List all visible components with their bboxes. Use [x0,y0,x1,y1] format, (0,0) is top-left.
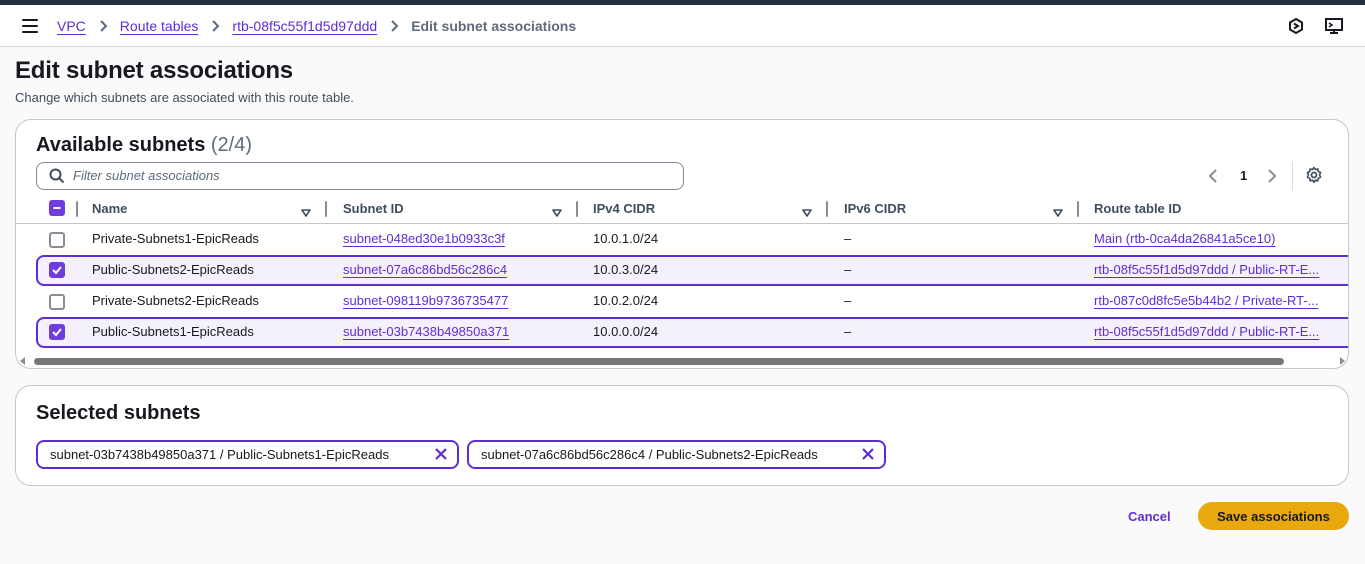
filter-field[interactable] [36,162,684,190]
chevron-right-icon [389,20,399,32]
page-description: Change which subnets are associated with… [15,90,354,105]
row-checkbox[interactable] [49,294,65,310]
close-icon[interactable] [434,447,448,464]
cell-ipv4: 10.0.2.0/24 [593,293,659,308]
subnet-id-link[interactable]: subnet-07a6c86bd56c286c4 [343,262,507,277]
table-row-selected[interactable]: Public-Subnets1-EpicReads subnet-03b7438… [36,317,1348,348]
chevron-right-icon [98,20,108,32]
page-number[interactable]: 1 [1240,168,1247,183]
scrollbar-thumb[interactable] [34,358,1284,365]
breadcrumb-route-table-id[interactable]: rtb-08f5c55f1d5d97ddd [232,18,377,34]
page-title: Edit subnet associations [15,57,293,84]
table-row[interactable]: Private-Subnets1-EpicReads subnet-048ed3… [16,224,1348,255]
route-table-link[interactable]: rtb-08f5c55f1d5d97ddd / Public-RT-E... [1094,262,1319,277]
chevron-left-icon[interactable] [1207,168,1219,189]
menu-icon[interactable] [22,19,38,33]
search-icon [49,168,65,189]
cell-ipv6: – [844,262,852,277]
column-header-subnet-id[interactable]: Subnet ID [343,201,404,216]
cell-ipv4: 10.0.1.0/24 [593,231,659,246]
scroll-left-arrow[interactable] [20,357,25,365]
save-associations-button[interactable]: Save associations [1198,502,1349,530]
sort-caret-icon[interactable] [802,204,812,222]
table-row[interactable]: Private-Subnets2-EpicReads subnet-098119… [16,286,1348,317]
token-label: subnet-03b7438b49850a371 / Public-Subnet… [50,447,389,462]
route-table-link[interactable]: rtb-087c0d8fc5e5b44b2 / Private-RT-... [1094,293,1319,308]
subnet-id-link[interactable]: subnet-048ed30e1b0933c3f [343,231,505,246]
breadcrumb-vpc[interactable]: VPC [57,18,86,34]
row-checkbox[interactable] [49,262,65,278]
chevron-right-icon[interactable] [1266,168,1278,189]
column-divider [826,201,828,217]
cell-name: Private-Subnets2-EpicReads [92,293,259,308]
pager-divider [1292,162,1293,190]
horizontal-scrollbar[interactable] [16,354,1348,368]
sort-caret-icon[interactable] [301,204,311,222]
table-row-selected[interactable]: Public-Subnets2-EpicReads subnet-07a6c86… [36,255,1348,286]
cell-name: Public-Subnets1-EpicReads [92,324,254,339]
selected-token: subnet-03b7438b49850a371 / Public-Subnet… [36,440,459,469]
available-subnets-panel: Available subnets (2/4) 1 Name Subnet ID… [15,119,1349,369]
sort-caret-icon[interactable] [552,204,562,222]
column-header-ipv6[interactable]: IPv6 CIDR [844,201,906,216]
token-label: subnet-07a6c86bd56c286c4 / Public-Subnet… [481,447,818,462]
column-header-route-table[interactable]: Route table ID [1094,201,1181,216]
cell-ipv6: – [844,293,852,308]
column-header-name[interactable]: Name [92,201,127,216]
column-divider [1077,201,1079,217]
selected-subnets-title: Selected subnets [36,402,201,424]
column-divider [576,201,578,217]
available-subnets-count: (2/4) [210,134,253,156]
cloudshell-icon[interactable] [1325,17,1343,35]
available-subnets-heading: Available subnets [36,134,206,156]
selected-token: subnet-07a6c86bd56c286c4 / Public-Subnet… [467,440,886,469]
subnet-id-link[interactable]: subnet-03b7438b49850a371 [343,324,509,339]
cell-name: Private-Subnets1-EpicReads [92,231,259,246]
cell-ipv6: – [844,324,852,339]
cell-ipv6: – [844,231,852,246]
breadcrumb-route-tables[interactable]: Route tables [120,18,199,34]
filter-input[interactable] [73,168,673,183]
gear-icon[interactable] [1305,166,1323,189]
scroll-right-arrow[interactable] [1340,357,1345,365]
breadcrumb-current: Edit subnet associations [411,18,577,34]
check-icon [52,266,62,275]
selected-subnets-panel: Selected subnets subnet-03b7438b49850a37… [15,385,1349,486]
check-icon [52,328,62,337]
cell-name: Public-Subnets2-EpicReads [92,262,254,277]
close-icon[interactable] [861,447,875,464]
select-all-checkbox[interactable] [49,200,65,216]
breadcrumb-bar: VPC Route tables rtb-08f5c55f1d5d97ddd E… [0,5,1365,47]
cancel-button[interactable]: Cancel [1115,502,1184,530]
column-divider [76,201,78,217]
cell-ipv4: 10.0.3.0/24 [593,262,659,277]
column-header-ipv4[interactable]: IPv4 CIDR [593,201,655,216]
column-divider [325,201,327,217]
route-table-link[interactable]: Main (rtb-0ca4da26841a5ce10) [1094,231,1275,246]
breadcrumb: VPC Route tables rtb-08f5c55f1d5d97ddd E… [57,5,576,47]
row-checkbox[interactable] [49,324,65,340]
sort-caret-icon[interactable] [1053,204,1063,222]
row-checkbox[interactable] [49,232,65,248]
chevron-right-icon [210,20,220,32]
available-subnets-title: Available subnets (2/4) [36,134,252,157]
cell-ipv4: 10.0.0.0/24 [593,324,659,339]
route-table-link[interactable]: rtb-08f5c55f1d5d97ddd / Public-RT-E... [1094,324,1319,339]
subnet-id-link[interactable]: subnet-098119b9736735477 [343,293,508,308]
notifications-icon[interactable] [1287,17,1305,35]
table-header: Name Subnet ID IPv4 CIDR IPv6 CIDR Route… [16,194,1348,224]
